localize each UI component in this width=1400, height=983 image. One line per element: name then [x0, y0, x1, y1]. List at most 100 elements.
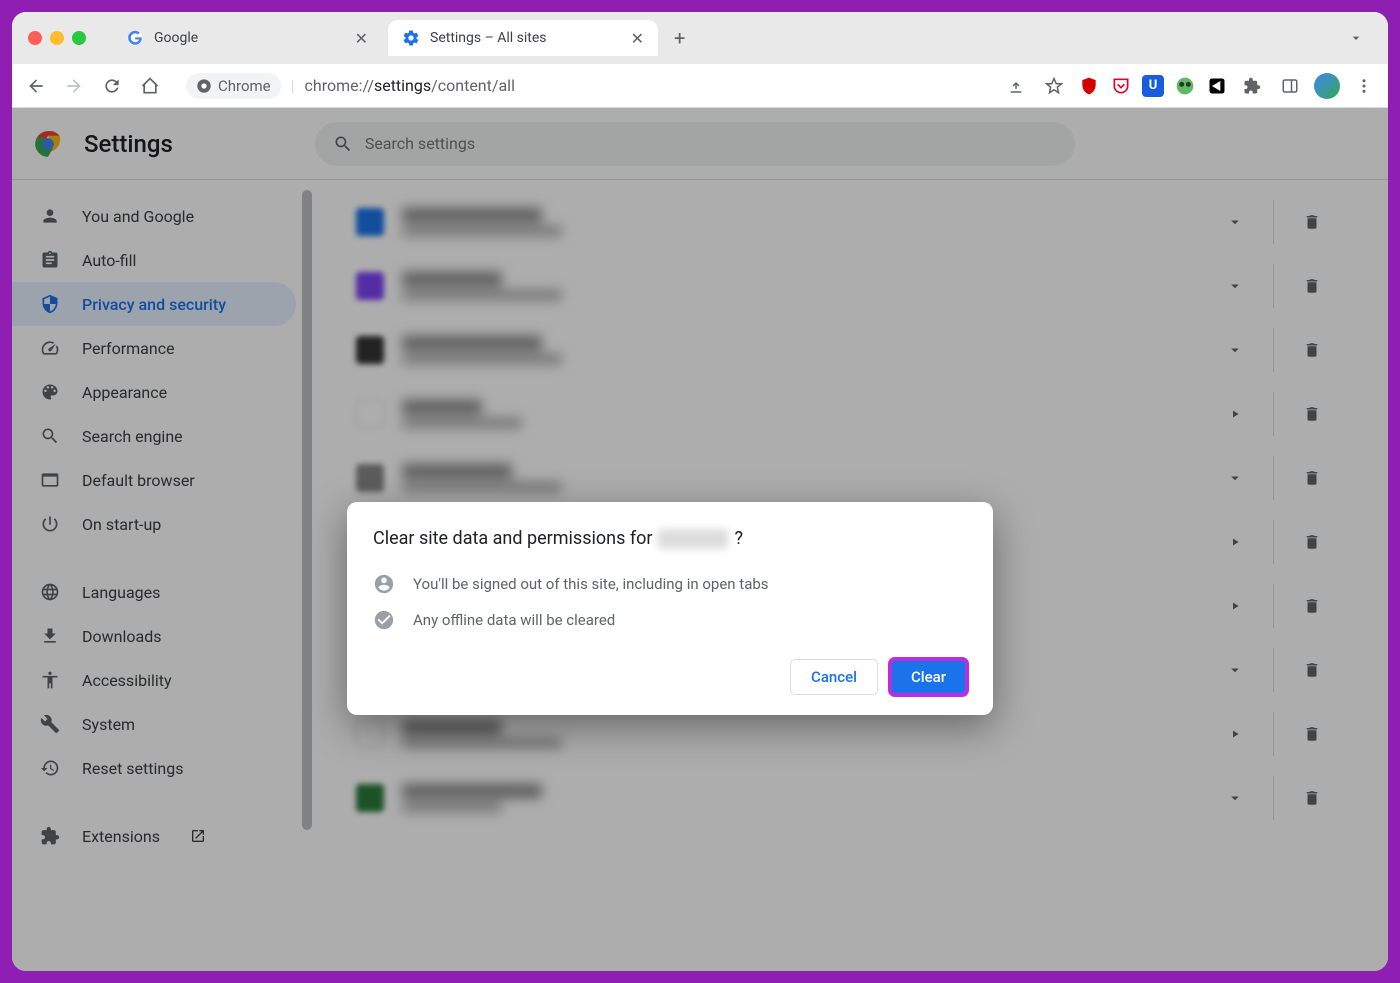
back-button[interactable]	[22, 72, 50, 100]
wrench-icon	[40, 714, 62, 734]
delete-button[interactable]	[1290, 328, 1334, 372]
pocket-extension-icon[interactable]	[1110, 75, 1132, 97]
speedometer-icon	[40, 338, 62, 358]
search-settings[interactable]	[315, 122, 1075, 166]
share-icon[interactable]	[1002, 72, 1030, 100]
sidebar-item-autofill[interactable]: Auto-fill	[12, 238, 296, 282]
person-circle-icon	[373, 573, 395, 595]
delete-button[interactable]	[1290, 520, 1334, 564]
site-row[interactable]	[342, 446, 1348, 510]
sidebar-item-you[interactable]: You and Google	[12, 194, 296, 238]
expand-button[interactable]	[1213, 264, 1257, 308]
tab-google[interactable]: Google ✕	[112, 20, 382, 56]
bitwarden-extension-icon[interactable]: U	[1142, 75, 1164, 97]
sidebar-item-startup[interactable]: On start-up	[12, 502, 296, 546]
new-tab-button[interactable]: +	[664, 26, 695, 50]
forward-button[interactable]	[60, 72, 88, 100]
accessibility-icon	[40, 670, 62, 690]
site-row[interactable]	[342, 766, 1348, 830]
sidebar-item-privacy[interactable]: Privacy and security	[12, 282, 296, 326]
side-panel-button[interactable]	[1276, 72, 1304, 100]
dialog-info-row: Any offline data will be cleared	[373, 609, 967, 631]
expand-button[interactable]	[1213, 328, 1257, 372]
redacted-hostname	[658, 529, 728, 549]
ublock-extension-icon[interactable]	[1078, 75, 1100, 97]
sidebar-item-downloads[interactable]: Downloads	[12, 614, 296, 658]
delete-button[interactable]	[1290, 456, 1334, 500]
close-tab-icon[interactable]: ✕	[355, 29, 368, 48]
tab-strip: Google ✕ Settings – All sites ✕ +	[12, 12, 1388, 64]
details-button[interactable]	[1213, 392, 1257, 436]
browser-window: Google ✕ Settings – All sites ✕ +	[12, 12, 1388, 971]
sidebar-item-reset[interactable]: Reset settings	[12, 746, 296, 790]
dialog-title: Clear site data and permissions for ?	[373, 528, 967, 549]
maximize-window-button[interactable]	[72, 31, 86, 45]
close-window-button[interactable]	[28, 31, 42, 45]
site-chip-label: Chrome	[218, 77, 271, 95]
delete-button[interactable]	[1290, 264, 1334, 308]
dialog-actions: Cancel Clear	[373, 659, 967, 695]
home-button[interactable]	[136, 72, 164, 100]
extension-icon[interactable]	[1174, 75, 1196, 97]
sidebar-item-languages[interactable]: Languages	[12, 570, 296, 614]
globe-icon	[40, 582, 62, 602]
tab-title: Settings – All sites	[430, 30, 621, 46]
sidebar-item-accessibility[interactable]: Accessibility	[12, 658, 296, 702]
site-chip: Chrome	[186, 73, 281, 99]
profile-avatar[interactable]	[1314, 73, 1340, 99]
sidebar-scrollbar[interactable]	[302, 190, 312, 830]
clear-site-data-dialog: Clear site data and permissions for ? Yo…	[347, 502, 993, 715]
details-button[interactable]	[1213, 712, 1257, 756]
settings-favicon	[402, 29, 420, 47]
tab-overflow-button[interactable]	[1334, 30, 1378, 46]
settings-sidebar: You and Google Auto-fill Privacy and sec…	[12, 180, 312, 971]
expand-button[interactable]	[1213, 200, 1257, 244]
tab-settings[interactable]: Settings – All sites ✕	[388, 20, 658, 56]
minimize-window-button[interactable]	[50, 31, 64, 45]
sidebar-item-system[interactable]: System	[12, 702, 296, 746]
delete-button[interactable]	[1290, 712, 1334, 756]
extension-icon[interactable]	[1206, 75, 1228, 97]
site-row[interactable]	[342, 190, 1348, 254]
clear-button[interactable]: Clear	[890, 659, 967, 695]
menu-button[interactable]	[1350, 72, 1378, 100]
delete-button[interactable]	[1290, 776, 1334, 820]
search-settings-input[interactable]	[365, 134, 1057, 153]
restore-icon	[40, 758, 62, 778]
site-row[interactable]	[342, 254, 1348, 318]
sidebar-item-search[interactable]: Search engine	[12, 414, 296, 458]
download-icon	[40, 626, 62, 646]
cancel-button[interactable]: Cancel	[790, 659, 878, 695]
expand-button[interactable]	[1213, 456, 1257, 500]
delete-button[interactable]	[1290, 584, 1334, 628]
details-button[interactable]	[1213, 520, 1257, 564]
close-tab-icon[interactable]: ✕	[631, 29, 644, 48]
site-row[interactable]	[342, 382, 1348, 446]
window-controls	[28, 31, 86, 45]
check-circle-icon	[373, 609, 395, 631]
power-icon	[40, 514, 62, 534]
delete-button[interactable]	[1290, 648, 1334, 692]
delete-button[interactable]	[1290, 200, 1334, 244]
sidebar-item-appearance[interactable]: Appearance	[12, 370, 296, 414]
reload-button[interactable]	[98, 72, 126, 100]
search-icon	[333, 134, 353, 154]
url-text: chrome://settings/content/all	[305, 76, 515, 95]
sidebar-item-default-browser[interactable]: Default browser	[12, 458, 296, 502]
extensions-button[interactable]	[1238, 72, 1266, 100]
person-icon	[40, 206, 62, 226]
omnibox[interactable]: Chrome | chrome://settings/content/all	[174, 70, 992, 102]
expand-button[interactable]	[1213, 648, 1257, 692]
expand-button[interactable]	[1213, 776, 1257, 820]
delete-button[interactable]	[1290, 392, 1334, 436]
sidebar-item-performance[interactable]: Performance	[12, 326, 296, 370]
site-row[interactable]	[342, 318, 1348, 382]
bookmark-icon[interactable]	[1040, 72, 1068, 100]
chrome-logo-icon	[34, 130, 62, 158]
browser-icon	[40, 470, 62, 490]
sidebar-item-extensions[interactable]: Extensions	[12, 814, 296, 858]
browser-toolbar: Chrome | chrome://settings/content/all U	[12, 64, 1388, 108]
toolbar-actions: U	[1002, 72, 1378, 100]
dialog-info-row: You'll be signed out of this site, inclu…	[373, 573, 967, 595]
details-button[interactable]	[1213, 584, 1257, 628]
